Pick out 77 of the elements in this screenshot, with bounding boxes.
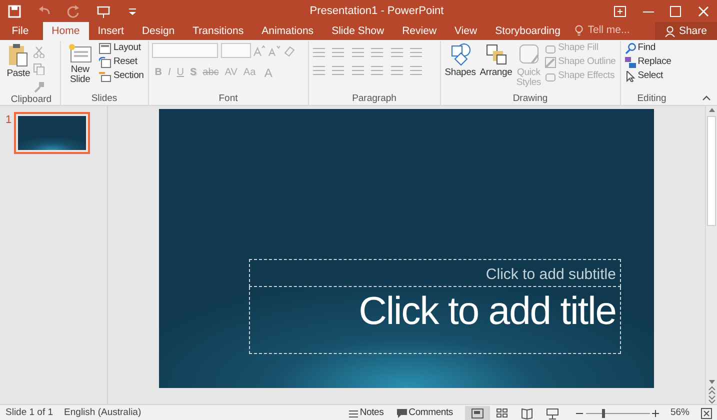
ribbon-button[interactable]: Find (624, 43, 672, 54)
subtitle-placeholder[interactable]: Click to add subtitle (249, 258, 621, 288)
comments-button[interactable]: Comments (396, 408, 454, 419)
zoom-slider-thumb[interactable] (602, 409, 606, 418)
new-slide-button[interactable]: New Slide (64, 43, 96, 92)
paste-button[interactable]: Paste (6, 43, 32, 93)
ribbon-tab[interactable]: Home (42, 22, 89, 40)
normal-view-icon[interactable] (470, 408, 484, 420)
group-label: Editing (637, 92, 666, 105)
collapse-ribbon-icon[interactable] (702, 95, 711, 101)
save-icon[interactable] (8, 4, 22, 18)
notes-icon (348, 409, 358, 418)
ribbon-button[interactable]: Section (98, 70, 145, 82)
layout-icon (99, 43, 112, 54)
ribbon-tab[interactable]: File (2, 22, 43, 40)
fit-slide-icon[interactable] (700, 408, 712, 419)
vertical-scrollbar[interactable] (705, 106, 717, 404)
slide-counter: Slide 1 of 1 (6, 406, 54, 420)
search-icon (624, 43, 636, 54)
shapes-icon (449, 43, 472, 66)
ribbon-button[interactable]: Layout (98, 43, 145, 54)
notes-button[interactable]: Notes (348, 408, 385, 419)
shrink-font-icon[interactable] (268, 44, 280, 56)
comment-icon (396, 409, 407, 418)
quick-styles-icon (518, 43, 540, 66)
slide-sorter-icon[interactable] (496, 408, 509, 420)
ribbon-button[interactable]: Replace (624, 56, 672, 68)
group-label: Clipboard (10, 92, 52, 106)
grow-font-icon[interactable] (253, 44, 266, 56)
group-label: Slides (91, 92, 118, 105)
ribbon-tab[interactable]: Transitions (184, 22, 253, 40)
window-title: Presentation1 - PowerPoint (308, 4, 445, 19)
zoom-percentage: 56% (670, 406, 690, 420)
scrollbar-thumb[interactable] (707, 116, 716, 226)
group-label: Paragraph (352, 92, 396, 105)
ribbon-tab[interactable]: Animations (252, 22, 323, 40)
replace-icon (624, 56, 636, 68)
ribbon-button[interactable]: Reset (98, 56, 145, 68)
zoom-out-icon[interactable] (576, 410, 583, 417)
ribbon-tab[interactable]: Storyboarding (486, 22, 570, 40)
ribbon-tab[interactable]: View (446, 22, 486, 40)
ribbon-button[interactable]: Shapes (444, 43, 477, 92)
presentation-icon[interactable] (96, 4, 110, 18)
ribbon-options-icon[interactable] (614, 6, 626, 16)
new-slide-icon (68, 43, 92, 63)
slide-canvas[interactable]: Click to add subtitle Click to add title (159, 108, 654, 388)
share-button[interactable]: Share (655, 22, 717, 40)
slide-number: 1 (6, 112, 12, 128)
group-label: Drawing (512, 92, 548, 105)
zoom-slider[interactable] (586, 409, 650, 418)
slideshow-icon[interactable] (546, 408, 559, 420)
ribbon-button[interactable]: Arrange (478, 43, 514, 92)
lightbulb-icon (574, 25, 583, 37)
ribbon-tab[interactable]: Design (132, 22, 184, 40)
ribbon-tab[interactable]: Slide Show (322, 22, 394, 40)
tell-me-field[interactable]: Tell me... (586, 22, 646, 40)
maximize-icon[interactable] (670, 6, 682, 16)
ribbon-tab[interactable]: Review (393, 22, 446, 40)
ribbon-tab[interactable]: Insert (88, 22, 133, 40)
person-icon (665, 26, 676, 36)
previous-slide-icon[interactable] (708, 386, 716, 395)
next-slide-icon[interactable] (708, 395, 716, 404)
reading-view-icon[interactable] (520, 408, 534, 420)
language-label: English (Australia) (64, 406, 142, 420)
reset-icon (99, 56, 112, 68)
arrange-icon (484, 43, 507, 66)
zoom-in-icon[interactable] (652, 410, 660, 417)
eraser-icon[interactable] (282, 44, 295, 56)
scroll-down-icon[interactable] (708, 378, 716, 386)
ribbon-button[interactable]: Select (624, 70, 672, 82)
group-label: Font (218, 92, 238, 105)
cursor-icon (624, 70, 636, 82)
title-placeholder[interactable]: Click to add title (249, 287, 621, 354)
clipboard-icon (8, 43, 28, 67)
slide-thumbnail[interactable] (14, 112, 90, 154)
section-icon (99, 70, 112, 82)
close-icon[interactable] (698, 6, 709, 16)
